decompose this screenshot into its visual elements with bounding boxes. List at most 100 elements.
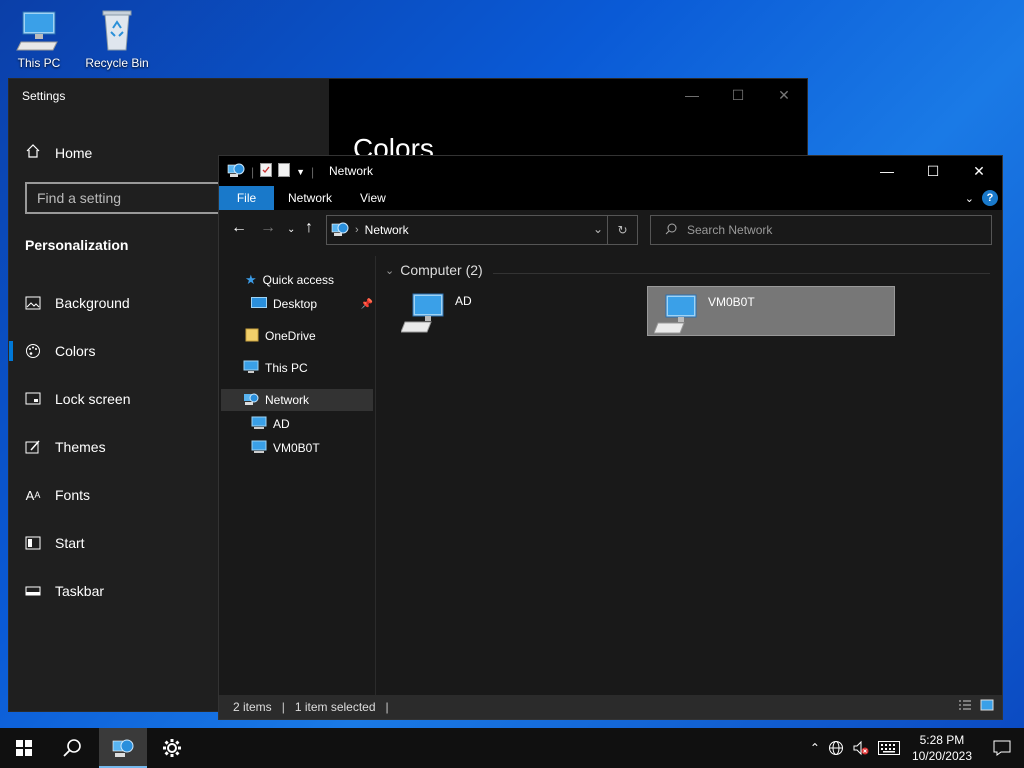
recent-locations-icon[interactable]: ⌄ [287, 224, 295, 235]
settings-home-link[interactable]: Home [25, 143, 92, 162]
computer-icon [653, 291, 700, 338]
window-caption-buttons: — ☐ ✕ [669, 79, 807, 111]
tree-item-ad[interactable]: AD [251, 413, 290, 435]
back-arrow-icon[interactable]: ← [231, 219, 247, 237]
customize-toolbar-icon[interactable]: ▼ [296, 167, 305, 177]
tree-item-network[interactable]: Network [221, 389, 373, 411]
maximize-button[interactable]: ☐ [715, 79, 761, 111]
tree-item-label: Desktop [273, 297, 318, 311]
home-label: Home [55, 144, 93, 161]
item-name: AD [455, 294, 472, 308]
tree-item-desktop[interactable]: Desktop 📌 [251, 293, 373, 315]
network-icon[interactable] [227, 162, 245, 181]
gear-icon [163, 739, 181, 757]
desktop-icon-this-pc[interactable]: This PC [2, 8, 76, 70]
computer-icon [15, 8, 63, 52]
item-name: VM0B0T [708, 295, 755, 309]
fonts-icon: AA [25, 487, 41, 503]
refresh-icon[interactable]: ↻ [607, 216, 637, 244]
tree-item-this-pc[interactable]: This PC [243, 357, 308, 379]
home-icon [25, 143, 41, 162]
title-bar: | ▼ | Network — ☐ ✕ [219, 156, 1002, 186]
notification-icon[interactable] [980, 728, 1024, 768]
large-icons-view-icon[interactable] [980, 699, 994, 714]
keyboard-icon[interactable] [874, 728, 904, 768]
search-button[interactable] [48, 728, 96, 768]
star-icon: ★ [245, 272, 257, 287]
tree-item-onedrive[interactable]: OneDrive [245, 325, 316, 347]
tab-network[interactable]: Network [274, 186, 346, 210]
windows-logo-icon [16, 740, 32, 756]
taskbar-settings-button[interactable] [148, 728, 196, 768]
window-title: Settings [22, 89, 66, 103]
window-title: Network [329, 164, 374, 178]
desktop-folder-icon [251, 296, 267, 312]
lock-screen-icon [25, 391, 41, 407]
close-button[interactable]: ✕ [761, 79, 807, 111]
up-arrow-icon[interactable]: ↑ [305, 219, 313, 237]
computer-icon [251, 440, 267, 457]
tree-item-label: Quick access [262, 273, 335, 287]
group-divider [493, 273, 990, 274]
nav-item-label: Fonts [55, 487, 91, 503]
selection-count: 1 item selected [294, 700, 376, 714]
address-bar[interactable]: › Network ⌄ ↻ [326, 215, 638, 245]
desktop-icon-label: This PC [17, 56, 61, 70]
tree-item-label: This PC [265, 361, 308, 375]
search-icon [665, 223, 677, 238]
taskbar-explorer-button[interactable] [99, 728, 147, 768]
chevron-down-icon: ⌄ [385, 264, 395, 277]
clock-time: 5:28 PM [919, 733, 965, 747]
system-tray: ⌃ 5:28 PM 10/20/2023 [806, 728, 1024, 768]
maximize-button[interactable]: ☐ [910, 156, 956, 186]
details-view-icon[interactable] [958, 699, 972, 714]
content-pane: ⌄ Computer (2) AD VM0B0T [377, 256, 1002, 696]
tree-item-label: OneDrive [265, 329, 316, 343]
desktop-icon-recycle-bin[interactable]: Recycle Bin [80, 8, 154, 70]
new-folder-icon[interactable] [278, 163, 291, 180]
breadcrumb-chevron-icon[interactable]: › [355, 224, 359, 236]
address-dropdown-icon[interactable]: ⌄ [593, 222, 603, 236]
start-button[interactable] [0, 728, 48, 768]
group-header[interactable]: ⌄ Computer (2) [385, 262, 483, 278]
tree-item-vm0b0t[interactable]: VM0B0T [251, 437, 320, 459]
clock-date: 10/20/2023 [911, 749, 972, 763]
clock[interactable]: 5:28 PM 10/20/2023 [904, 732, 980, 764]
ribbon-tabs: File Network View [219, 186, 1002, 210]
computer-icon [251, 416, 267, 433]
tab-file[interactable]: File [219, 186, 274, 210]
network-item-vm0b0t[interactable]: VM0B0T [647, 286, 895, 336]
globe-network-icon[interactable] [824, 728, 848, 768]
network-item-ad[interactable]: AD [395, 286, 643, 336]
close-button[interactable]: ✕ [956, 156, 1002, 186]
forward-arrow-icon[interactable]: → [260, 219, 276, 237]
nav-item-label: Lock screen [55, 391, 131, 407]
network-icon [243, 392, 259, 409]
volume-muted-icon[interactable] [848, 728, 874, 768]
show-hidden-icons-icon[interactable]: ⌃ [806, 728, 824, 768]
properties-icon[interactable] [260, 163, 273, 180]
network-icon [331, 221, 349, 240]
nav-item-label: Background [55, 295, 130, 311]
nav-item-label: Colors [55, 343, 96, 359]
status-bar: 2 items | 1 item selected | [219, 695, 1002, 719]
tree-item-label: VM0B0T [273, 441, 320, 455]
breadcrumb[interactable]: Network [365, 223, 409, 237]
window-caption-buttons: — ☐ ✕ [864, 156, 1002, 186]
recycle-bin-icon [93, 8, 141, 52]
minimize-button[interactable]: — [669, 79, 715, 111]
pin-icon[interactable]: 📌 [361, 299, 373, 310]
view-toggle [958, 699, 994, 714]
picture-icon [25, 295, 41, 311]
expand-ribbon-icon[interactable]: ⌄ [965, 192, 974, 205]
tree-item-label: Network [265, 393, 310, 407]
tree-item-label: AD [273, 417, 290, 431]
search-input[interactable]: Search Network [650, 215, 992, 245]
tab-view[interactable]: View [346, 186, 400, 210]
tree-item-quick-access[interactable]: ★ Quick access [245, 269, 334, 291]
section-title: Personalization [25, 237, 129, 253]
minimize-button[interactable]: — [864, 156, 910, 186]
navigation-pane: ★ Quick access Desktop 📌 OneDrive This P… [219, 256, 376, 696]
nav-item-label: Start [55, 535, 85, 551]
help-button[interactable]: ? [982, 190, 998, 206]
